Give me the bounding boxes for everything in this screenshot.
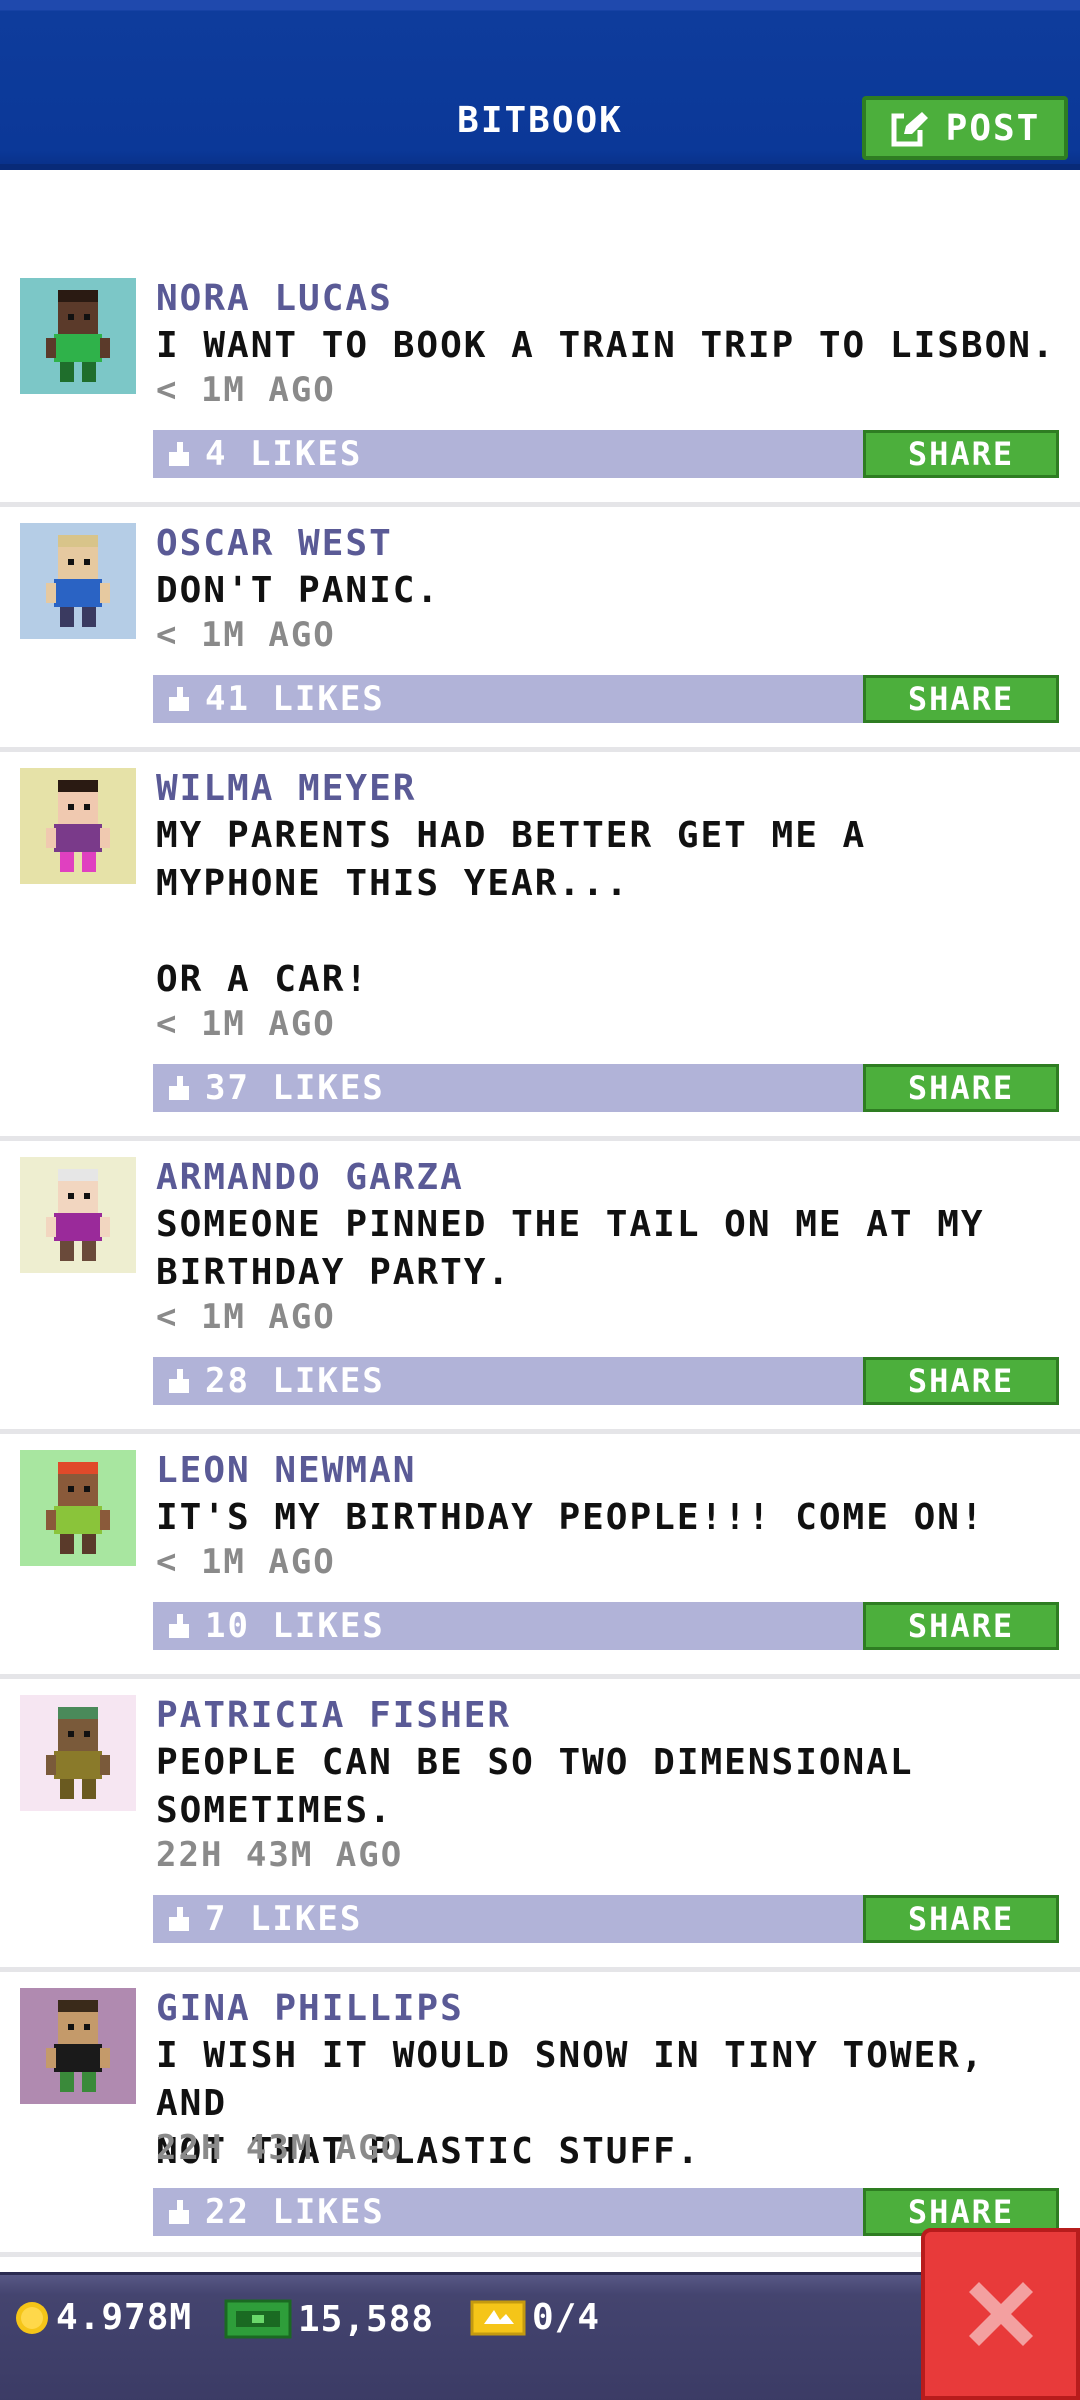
post-divider bbox=[0, 1674, 1080, 1679]
thumbs-up-icon[interactable] bbox=[163, 1365, 195, 1397]
avatar[interactable] bbox=[20, 1450, 136, 1566]
post-text: IT'S MY BIRTHDAY PEOPLE!!! COME ON! bbox=[156, 1497, 985, 1538]
person-sprite-icon bbox=[46, 1462, 110, 1554]
post-button-label: POST bbox=[945, 107, 1041, 149]
likes-count: 28 LIKES bbox=[205, 1361, 385, 1401]
avatar[interactable] bbox=[20, 768, 136, 884]
close-button[interactable] bbox=[921, 2228, 1080, 2400]
likes-count: 22 LIKES bbox=[205, 2192, 385, 2232]
thumbs-up-icon[interactable] bbox=[163, 1072, 195, 1104]
post-time: < 1M AGO bbox=[156, 615, 336, 655]
post-text: DON'T PANIC. bbox=[156, 570, 441, 611]
coin-icon bbox=[16, 2301, 48, 2334]
person-sprite-icon bbox=[46, 1169, 110, 1261]
post-divider bbox=[0, 747, 1080, 752]
coins-stat: 4.978M bbox=[14, 2297, 192, 2338]
tickets-stat: 0/4 bbox=[470, 2297, 600, 2338]
bux-cash-icon bbox=[224, 2299, 292, 2339]
post-text: MY PARENTS HAD BETTER GET ME A MYPHONE T… bbox=[156, 815, 867, 1000]
currency-status-bar: 4.978M 15,588 0/4 bbox=[0, 2272, 1080, 2400]
post-time: 22H 43M AGO bbox=[156, 2128, 404, 2168]
likes-bar: 28 LIKES SHARE bbox=[153, 1357, 1059, 1405]
post-divider bbox=[0, 2252, 1080, 2257]
post-text: SOMEONE PINNED THE TAIL ON ME AT MY BIRT… bbox=[156, 1204, 985, 1293]
ticket-icon bbox=[470, 2300, 526, 2335]
post-divider bbox=[0, 502, 1080, 507]
poster-name[interactable]: OSCAR WEST bbox=[156, 523, 393, 564]
post-time: < 1M AGO bbox=[156, 1004, 336, 1044]
post-time: < 1M AGO bbox=[156, 370, 336, 410]
post-text: PEOPLE CAN BE SO TWO DIMENSIONAL SOMETIM… bbox=[156, 1742, 914, 1831]
share-button[interactable]: SHARE bbox=[863, 1357, 1059, 1405]
avatar[interactable] bbox=[20, 523, 136, 639]
close-icon bbox=[968, 2282, 1033, 2346]
likes-count: 10 LIKES bbox=[205, 1606, 385, 1646]
avatar[interactable] bbox=[20, 1988, 136, 2104]
bux-value: 15,588 bbox=[298, 2298, 435, 2340]
poster-name[interactable]: GINA PHILLIPS bbox=[156, 1988, 464, 2029]
bux-stat: 15,588 bbox=[224, 2297, 434, 2341]
thumbs-up-icon[interactable] bbox=[163, 2196, 195, 2228]
likes-count: 37 LIKES bbox=[205, 1068, 385, 1108]
likes-bar: 41 LIKES SHARE bbox=[153, 675, 1059, 723]
post-button[interactable]: POST bbox=[862, 96, 1068, 160]
tickets-value: 0/4 bbox=[532, 2297, 601, 2338]
poster-name[interactable]: ARMANDO GARZA bbox=[156, 1157, 464, 1198]
thumbs-up-icon[interactable] bbox=[163, 438, 195, 470]
compose-icon bbox=[891, 110, 928, 147]
post-divider bbox=[0, 1967, 1080, 1972]
share-button[interactable]: SHARE bbox=[863, 675, 1059, 723]
likes-bar: 37 LIKES SHARE bbox=[153, 1064, 1059, 1112]
share-button[interactable]: SHARE bbox=[863, 430, 1059, 478]
avatar[interactable] bbox=[20, 278, 136, 394]
person-sprite-icon bbox=[46, 535, 110, 627]
person-sprite-icon bbox=[46, 2000, 110, 2092]
likes-count: 7 LIKES bbox=[205, 1899, 363, 1939]
post-text: I WANT TO BOOK A TRAIN TRIP TO LISBON. bbox=[156, 325, 1056, 366]
share-button[interactable]: SHARE bbox=[863, 1064, 1059, 1112]
bitbook-feed[interactable]: NORA LUCAS I WANT TO BOOK A TRAIN TRIP T… bbox=[0, 170, 1080, 2272]
person-sprite-icon bbox=[46, 780, 110, 872]
likes-bar: 10 LIKES SHARE bbox=[153, 1602, 1059, 1650]
post-divider bbox=[0, 1136, 1080, 1141]
thumbs-up-icon[interactable] bbox=[163, 683, 195, 715]
thumbs-up-icon[interactable] bbox=[163, 1903, 195, 1935]
poster-name[interactable]: LEON NEWMAN bbox=[156, 1450, 416, 1491]
poster-name[interactable]: WILMA MEYER bbox=[156, 768, 416, 809]
person-sprite-icon bbox=[46, 1707, 110, 1799]
person-sprite-icon bbox=[46, 290, 110, 382]
post-time: < 1M AGO bbox=[156, 1542, 336, 1582]
likes-bar: 7 LIKES SHARE bbox=[153, 1895, 1059, 1943]
likes-bar: 4 LIKES SHARE bbox=[153, 430, 1059, 478]
likes-bar: 22 LIKES SHARE bbox=[153, 2188, 1059, 2236]
likes-count: 4 LIKES bbox=[205, 434, 363, 474]
post-time: < 1M AGO bbox=[156, 1297, 336, 1337]
share-button[interactable]: SHARE bbox=[863, 1602, 1059, 1650]
poster-name[interactable]: NORA LUCAS bbox=[156, 278, 393, 319]
post-time: 22H 43M AGO bbox=[156, 1835, 404, 1875]
avatar[interactable] bbox=[20, 1695, 136, 1811]
share-button[interactable]: SHARE bbox=[863, 1895, 1059, 1943]
likes-count: 41 LIKES bbox=[205, 679, 385, 719]
coins-value: 4.978M bbox=[56, 2297, 193, 2338]
app-header: BITBOOK POST bbox=[0, 0, 1080, 170]
post-divider bbox=[0, 1429, 1080, 1434]
poster-name[interactable]: PATRICIA FISHER bbox=[156, 1695, 511, 1736]
avatar[interactable] bbox=[20, 1157, 136, 1273]
thumbs-up-icon[interactable] bbox=[163, 1610, 195, 1642]
